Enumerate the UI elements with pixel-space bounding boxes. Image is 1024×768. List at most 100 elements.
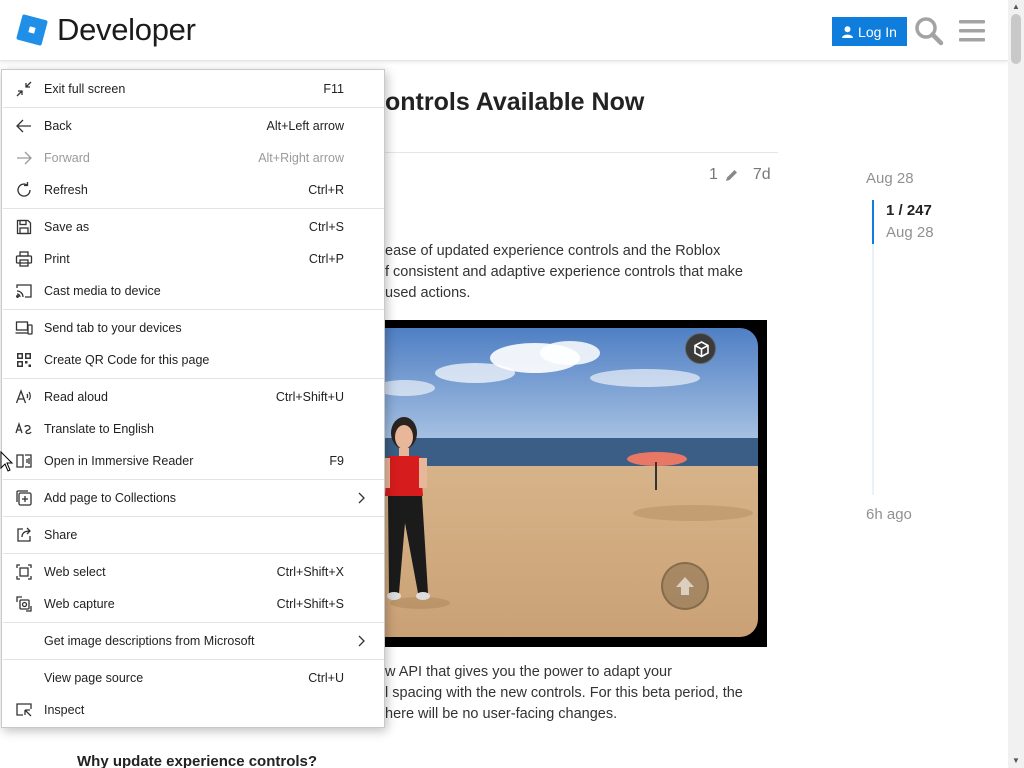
menu-item-image-descriptions[interactable]: Get image descriptions from Microsoft [2, 625, 384, 657]
forward-arrow-icon [14, 148, 34, 168]
menu-item-back[interactable]: Back Alt+Left arrow [2, 110, 384, 142]
cast-icon [14, 281, 34, 301]
menu-item-shortcut: Ctrl+Shift+U [275, 390, 344, 404]
login-label: Log In [858, 23, 897, 40]
scroll-up-icon[interactable]: ▲ [1011, 2, 1021, 12]
search-button[interactable] [914, 16, 944, 46]
timeline-start-date[interactable]: Aug 28 [866, 170, 914, 187]
edit-count[interactable]: 1 [709, 166, 718, 184]
title-divider [385, 152, 778, 153]
menu-item-shortcut: Ctrl+Shift+X [276, 565, 344, 579]
paragraph-line: here will be no user-facing changes. [385, 706, 618, 722]
menu-item-label: Forward [44, 151, 90, 165]
menu-item-label: Read aloud [44, 390, 108, 404]
menu-separator [3, 309, 384, 310]
user-icon [842, 25, 854, 38]
inspect-icon [14, 700, 34, 720]
timeline-track[interactable] [872, 200, 874, 495]
menu-separator [3, 659, 384, 660]
scroll-thumb[interactable] [1011, 14, 1021, 64]
refresh-icon [14, 180, 34, 200]
paragraph-line: w API that gives you the power to adapt … [385, 664, 672, 680]
paragraph-line: used actions. [385, 285, 471, 301]
menu-item-shortcut: Ctrl+U [308, 671, 344, 685]
menu-item-inspect[interactable]: Inspect [2, 694, 384, 726]
paragraph-line: ease of updated experience controls and … [385, 243, 721, 259]
menu-item-view-source[interactable]: View page source Ctrl+U [2, 662, 384, 694]
menu-item-exit-fullscreen[interactable]: Exit full screen F11 [2, 73, 384, 105]
menu-item-read-aloud[interactable]: Read aloud Ctrl+Shift+U [2, 381, 384, 413]
menu-item-label: Send tab to your devices [44, 321, 182, 335]
collections-icon [14, 488, 34, 508]
timeline-current-date: Aug 28 [886, 224, 934, 241]
menu-item-shortcut: Ctrl+S [308, 220, 344, 234]
menu-item-label: Inspect [44, 703, 85, 717]
menu-item-web-capture[interactable]: Web capture Ctrl+Shift+S [2, 588, 384, 620]
topic-title[interactable]: ontrols Available Now [385, 88, 644, 117]
search-icon [915, 17, 944, 46]
menu-item-translate[interactable]: Translate to English [2, 413, 384, 445]
menu-item-refresh[interactable]: Refresh Ctrl+R [2, 174, 384, 206]
share-icon [14, 525, 34, 545]
menu-item-label: Open in Immersive Reader [44, 454, 194, 468]
menu-item-label: Print [44, 252, 70, 266]
menu-item-label: Share [44, 528, 78, 542]
menu-item-shortcut: Alt+Right arrow [258, 151, 344, 165]
menu-item-label: Save as [44, 220, 90, 234]
menu-item-label: Back [44, 119, 72, 133]
browser-context-menu: Exit full screen F11 Back Alt+Left arrow… [1, 69, 385, 728]
video-badge[interactable] [685, 333, 716, 364]
web-select-icon [14, 562, 34, 582]
menu-item-shortcut: F9 [329, 454, 344, 468]
post-age[interactable]: 7d [753, 166, 771, 184]
menu-item-share[interactable]: Share [2, 519, 384, 551]
section-heading: Why update experience controls? [77, 753, 318, 768]
menu-separator [3, 208, 384, 209]
menu-item-shortcut: Alt+Left arrow [266, 119, 344, 133]
timeline-handle[interactable] [872, 200, 874, 244]
menu-item-shortcut: Ctrl+Shift+S [276, 597, 344, 611]
pencil-icon[interactable] [724, 168, 739, 183]
video-jump-button[interactable] [661, 562, 709, 610]
roblox-logo-icon [16, 14, 48, 46]
menu-separator [3, 479, 384, 480]
menu-item-save-as[interactable]: Save as Ctrl+S [2, 211, 384, 243]
menu-item-shortcut: F11 [323, 82, 344, 96]
menu-item-qr-code[interactable]: Create QR Code for this page [2, 344, 384, 376]
menu-item-shortcut: Ctrl+P [308, 252, 344, 266]
demo-video[interactable] [385, 320, 767, 647]
qr-code-icon [14, 350, 34, 370]
menu-item-forward[interactable]: Forward Alt+Right arrow [2, 142, 384, 174]
menu-item-web-select[interactable]: Web select Ctrl+Shift+X [2, 556, 384, 588]
menu-item-label: Web select [44, 565, 106, 579]
menu-item-send-tab[interactable]: Send tab to your devices [2, 312, 384, 344]
cube-icon [694, 341, 709, 358]
menu-item-cast-media[interactable]: Cast media to device [2, 275, 384, 307]
site-logo[interactable]: Developer [16, 14, 196, 46]
menu-item-label: Translate to English [44, 422, 155, 436]
immersive-reader-icon [14, 451, 34, 471]
timeline-end-date[interactable]: 6h ago [866, 506, 912, 523]
translate-icon [14, 419, 34, 439]
menu-item-add-to-collections[interactable]: Add page to Collections [2, 482, 384, 514]
login-button[interactable]: Log In [832, 17, 907, 46]
chevron-right-icon [358, 635, 365, 647]
save-icon [14, 217, 34, 237]
menu-item-label: Exit full screen [44, 82, 126, 96]
hamburger-menu-button[interactable] [957, 16, 987, 46]
site-header: Developer Log In [0, 0, 1008, 61]
page-scrollbar[interactable]: ▲ ▼ [1008, 0, 1024, 768]
paragraph-line: f consistent and adaptive experience con… [385, 264, 743, 280]
menu-item-immersive-reader[interactable]: Open in Immersive Reader F9 [2, 445, 384, 477]
scroll-down-icon[interactable]: ▼ [1011, 756, 1021, 766]
exit-fullscreen-icon [14, 79, 34, 99]
chevron-right-icon [358, 492, 365, 504]
menu-separator [3, 516, 384, 517]
menu-item-label: Cast media to device [44, 284, 161, 298]
hamburger-icon [959, 20, 985, 42]
menu-separator [3, 107, 384, 108]
menu-item-label: View page source [44, 671, 144, 685]
menu-item-print[interactable]: Print Ctrl+P [2, 243, 384, 275]
post-paragraph-1: ease of updated experience controls and … [385, 241, 743, 304]
mouse-cursor-icon [0, 451, 14, 472]
